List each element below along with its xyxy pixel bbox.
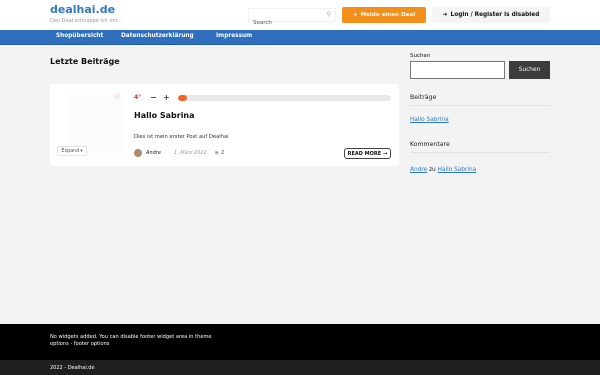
- deal-temperature: 4°: [134, 94, 142, 101]
- comment-count[interactable]: 2: [221, 150, 224, 156]
- vote-up-button[interactable]: +: [163, 93, 170, 102]
- comment-icon: ◉: [214, 150, 220, 156]
- login-icon: ➜: [442, 12, 448, 18]
- comment-author-link[interactable]: Andre: [410, 167, 427, 173]
- post-thumbnail[interactable]: [68, 95, 124, 153]
- site-tagline: Den Deal schnappe ich mir...: [50, 18, 122, 24]
- read-more-button[interactable]: READ MORE →: [344, 148, 391, 159]
- login-register-label: Login / Register is disabled: [450, 12, 540, 18]
- post-author[interactable]: Andre: [146, 150, 161, 156]
- divider: [410, 105, 550, 106]
- site-logo[interactable]: dealhai.de: [50, 3, 115, 16]
- post-card: ♡ Expand ▾ 4° − + Hallo Sabrina Dies ist…: [50, 84, 399, 166]
- arrow-right-icon: →: [383, 150, 388, 157]
- post-excerpt: Dies ist mein erster Post auf Dealhai: [134, 134, 229, 140]
- sidebar-post-link[interactable]: Hallo Sabrina: [410, 117, 449, 123]
- post-title[interactable]: Hallo Sabrina: [134, 111, 195, 120]
- copyright: 2022 - Dealhai.de: [50, 365, 95, 371]
- read-more-label: READ MORE: [347, 150, 382, 157]
- plus-icon: +: [352, 12, 358, 18]
- search-icon[interactable]: ⚲: [327, 11, 331, 18]
- main-navigation: Shopübersicht Datenschutzerklärung Impre…: [0, 30, 600, 45]
- page-title: Letzte Beiträge: [50, 57, 120, 66]
- recent-comment: Andre zu Hallo Sabrina: [410, 167, 476, 173]
- divider: [410, 152, 550, 153]
- sidebar-search-label: Suchen: [410, 53, 431, 59]
- nav-item-privacy[interactable]: Datenschutzerklärung: [121, 33, 194, 39]
- footer-bottom-bar: 2022 - Dealhai.de: [0, 360, 600, 375]
- expand-button[interactable]: Expand ▾: [57, 146, 87, 156]
- post-date: 1. März 2022: [173, 150, 207, 156]
- nav-item-shops[interactable]: Shopübersicht: [56, 33, 103, 39]
- header-search: ⚲: [248, 8, 336, 29]
- comments-widget-title: Kommentare: [410, 141, 450, 148]
- sidebar-search-button[interactable]: Suchen: [509, 61, 550, 79]
- submit-deal-label: Melde einen Deal: [360, 12, 416, 18]
- vote-down-button[interactable]: −: [150, 93, 157, 102]
- nav-item-imprint[interactable]: Impressum: [216, 33, 252, 39]
- author-avatar[interactable]: [134, 149, 142, 157]
- post-meta: Andre 1. März 2022 ◉ 2: [134, 149, 224, 157]
- temperature-fill: [178, 95, 187, 101]
- chevron-down-icon: ▾: [80, 148, 83, 154]
- login-register-button[interactable]: ➜ Login / Register is disabled: [432, 7, 550, 23]
- site-footer: No widgets added. You can disable footer…: [0, 324, 600, 360]
- expand-label: Expand: [61, 148, 80, 154]
- header-search-input[interactable]: [249, 17, 319, 29]
- heart-icon[interactable]: ♡: [114, 93, 120, 101]
- footer-widget-notice: No widgets added. You can disable footer…: [50, 334, 212, 348]
- submit-deal-button[interactable]: + Melde einen Deal: [342, 7, 426, 23]
- posts-widget-title: Beiträge: [410, 94, 437, 101]
- temperature-bar: [178, 95, 391, 101]
- comment-post-link[interactable]: Hallo Sabrina: [438, 167, 477, 173]
- sidebar-search-input[interactable]: [410, 61, 505, 79]
- site-header: dealhai.de Den Deal schnappe ich mir... …: [0, 0, 600, 30]
- comment-connector: zu: [429, 167, 436, 173]
